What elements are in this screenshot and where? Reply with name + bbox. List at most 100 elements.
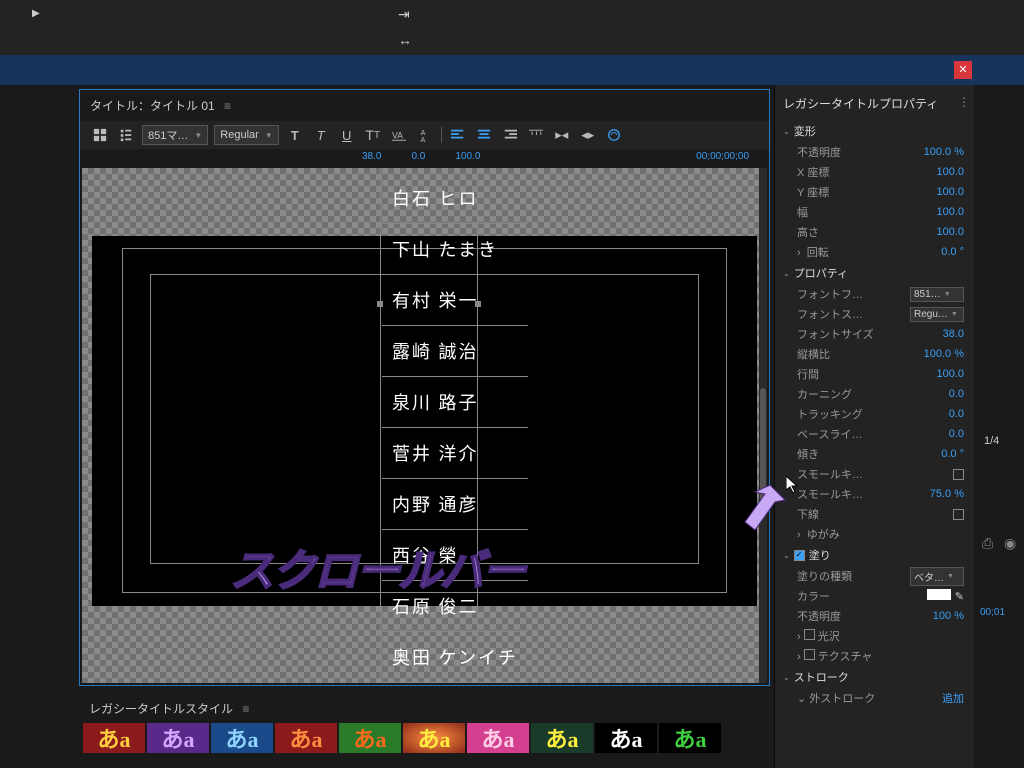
leading-value[interactable]: 100.0 bbox=[455, 151, 480, 162]
prop-slant[interactable]: 傾き0.0 ° bbox=[783, 444, 970, 464]
underline-icon[interactable]: U bbox=[337, 125, 357, 145]
prop-outer-stroke[interactable]: ⌄ 外ストローク追加 bbox=[783, 688, 970, 708]
font-style-select[interactable]: Regular▼ bbox=[214, 125, 278, 145]
title-panel-header: タイトル：タイトル 01 ≡ bbox=[80, 90, 769, 121]
show-bg-icon[interactable]: ◂▸ bbox=[578, 125, 598, 145]
prop-smallcaps-size[interactable]: スモールキ…75.0 % bbox=[783, 484, 970, 504]
color-swatch[interactable] bbox=[927, 589, 951, 600]
prop-x[interactable]: X 座標100.0 bbox=[783, 162, 970, 182]
export-icon[interactable]: ⎙ bbox=[982, 535, 993, 552]
tab-stops-icon[interactable] bbox=[526, 125, 546, 145]
italic-icon[interactable]: T bbox=[311, 125, 331, 145]
credit-line[interactable]: 泉川 路子 bbox=[382, 377, 528, 428]
section-property[interactable]: ⌄プロパティ bbox=[783, 262, 970, 284]
credit-line[interactable]: 内野 通彦 bbox=[382, 479, 528, 530]
credit-line[interactable]: 下山 たまき bbox=[382, 224, 528, 275]
style-swatch[interactable]: あa bbox=[211, 723, 273, 753]
checkbox[interactable] bbox=[953, 469, 964, 480]
credit-line[interactable]: 菅井 洋介 bbox=[382, 428, 528, 479]
credit-line[interactable]: 西谷 榮 bbox=[382, 530, 528, 581]
main-area: タイトル：タイトル 01 ≡ 851マ…▼ Regular▼ T T U TT … bbox=[0, 85, 1024, 768]
templates-icon[interactable] bbox=[90, 125, 110, 145]
checkbox[interactable] bbox=[953, 509, 964, 520]
prop-texture[interactable]: › テクスチャ bbox=[783, 646, 970, 666]
credit-line[interactable]: 白石 ヒロ bbox=[382, 173, 528, 224]
snapshot-icon[interactable]: ◉ bbox=[1004, 535, 1016, 552]
prop-opacity[interactable]: 不透明度100.0 % bbox=[783, 142, 970, 162]
kerning-icon[interactable]: VA bbox=[389, 125, 409, 145]
canvas-scrollbar[interactable] bbox=[759, 168, 767, 683]
far-right-strip: 1/4 ⎙ ◉ 00;01 bbox=[974, 85, 1024, 768]
prop-height[interactable]: 高さ100.0 bbox=[783, 222, 970, 242]
roll-crawl-icon[interactable] bbox=[116, 125, 136, 145]
prop-font-size[interactable]: フォントサイズ38.0 bbox=[783, 324, 970, 344]
leading-icon[interactable]: AA bbox=[415, 125, 435, 145]
prop-font-style[interactable]: フォントス…Regu…▼ bbox=[783, 304, 970, 324]
prop-y[interactable]: Y 座標100.0 bbox=[783, 182, 970, 202]
style-swatch[interactable]: あa bbox=[595, 723, 657, 753]
style-swatch[interactable]: あa bbox=[467, 723, 529, 753]
style-swatch[interactable]: あa bbox=[531, 723, 593, 753]
panel-menu-icon[interactable]: ⋮ bbox=[958, 95, 970, 109]
show-video-icon[interactable]: ▸◂ bbox=[552, 125, 572, 145]
credit-line[interactable]: 石原 俊二 bbox=[382, 581, 528, 632]
svg-text:VA: VA bbox=[392, 131, 403, 141]
prop-sheen[interactable]: › 光沢 bbox=[783, 626, 970, 646]
prop-font-family[interactable]: フォントフ…851…▼ bbox=[783, 284, 970, 304]
stretch-icon[interactable]: ↔ bbox=[398, 32, 412, 48]
font-family-select[interactable]: 851マ…▼ bbox=[142, 125, 208, 145]
prop-aspect[interactable]: 縦横比100.0 % bbox=[783, 344, 970, 364]
align-left-icon[interactable] bbox=[448, 125, 468, 145]
play-icon[interactable]: ▶ bbox=[32, 8, 40, 19]
svg-text:A: A bbox=[420, 137, 425, 142]
snap-icon[interactable]: ⇥ bbox=[398, 6, 410, 23]
prop-fill-type[interactable]: 塗りの種類ベタ…▼ bbox=[783, 566, 970, 586]
prop-tracking[interactable]: トラッキング0.0 bbox=[783, 404, 970, 424]
styles-header: レガシータイトルスタイル ≡ bbox=[79, 694, 770, 723]
section-fill[interactable]: ⌄塗り bbox=[783, 544, 970, 566]
section-stroke[interactable]: ⌄ストローク bbox=[783, 666, 970, 688]
timecode-short: 00;01 bbox=[980, 607, 1005, 618]
timecode-value[interactable]: 00;00;00;00 bbox=[696, 151, 749, 162]
scrollbar-thumb[interactable] bbox=[760, 388, 766, 508]
style-swatch[interactable]: あa bbox=[83, 723, 145, 753]
credit-line[interactable]: 奥田 ケンイチ bbox=[382, 632, 528, 683]
align-center-icon[interactable] bbox=[474, 125, 494, 145]
guide-left[interactable] bbox=[380, 168, 381, 683]
close-button[interactable]: ✕ bbox=[954, 61, 972, 79]
panel-menu-icon[interactable]: ≡ bbox=[242, 702, 249, 716]
prop-leading[interactable]: 行間100.0 bbox=[783, 364, 970, 384]
style-swatch[interactable]: あa bbox=[339, 723, 401, 753]
checkbox[interactable] bbox=[804, 629, 815, 640]
prop-fill-opacity[interactable]: 不透明度100 % bbox=[783, 606, 970, 626]
bold-icon[interactable]: T bbox=[285, 125, 305, 145]
prop-color[interactable]: カラー✎ bbox=[783, 586, 970, 606]
size-icon[interactable]: TT bbox=[363, 125, 383, 145]
center-column: タイトル：タイトル 01 ≡ 851マ…▼ Regular▼ T T U TT … bbox=[75, 85, 774, 768]
properties-panel: レガシータイトルプロパティ ⋮ ⌄変形 不透明度100.0 % X 座標100.… bbox=[774, 85, 974, 768]
eyedropper-icon[interactable]: ✎ bbox=[955, 591, 964, 603]
prop-baseline[interactable]: ベースライ…0.0 bbox=[783, 424, 970, 444]
credit-line[interactable]: 有村 栄一 bbox=[382, 275, 528, 326]
section-transform[interactable]: ⌄変形 bbox=[783, 120, 970, 142]
align-right-icon[interactable] bbox=[500, 125, 520, 145]
style-swatch[interactable]: あa bbox=[659, 723, 721, 753]
prop-kerning[interactable]: カーニング0.0 bbox=[783, 384, 970, 404]
safe-margin-icon[interactable] bbox=[604, 125, 624, 145]
prop-distort[interactable]: › ゆがみ bbox=[783, 524, 970, 544]
prop-rotation[interactable]: › 回転0.0 ° bbox=[783, 242, 970, 262]
title-canvas[interactable]: 白石 ヒロ 下山 たまき 有村 栄一 露崎 誠治 泉川 路子 菅井 洋介 内野 … bbox=[82, 168, 767, 683]
prop-width[interactable]: 幅100.0 bbox=[783, 202, 970, 222]
credits-text-block[interactable]: 白石 ヒロ 下山 たまき 有村 栄一 露崎 誠治 泉川 路子 菅井 洋介 内野 … bbox=[382, 173, 528, 683]
style-swatch[interactable]: あa bbox=[275, 723, 337, 753]
size-value[interactable]: 38.0 bbox=[362, 151, 381, 162]
checkbox[interactable] bbox=[804, 649, 815, 660]
credit-line[interactable]: 露崎 誠治 bbox=[382, 326, 528, 377]
kerning-value[interactable]: 0.0 bbox=[411, 151, 425, 162]
style-swatch[interactable]: あa bbox=[403, 723, 465, 753]
prop-underline[interactable]: 下線 bbox=[783, 504, 970, 524]
style-swatch[interactable]: あa bbox=[147, 723, 209, 753]
checkbox[interactable] bbox=[794, 550, 805, 561]
prop-smallcaps[interactable]: スモールキ… bbox=[783, 464, 970, 484]
panel-menu-icon[interactable]: ≡ bbox=[224, 99, 231, 113]
